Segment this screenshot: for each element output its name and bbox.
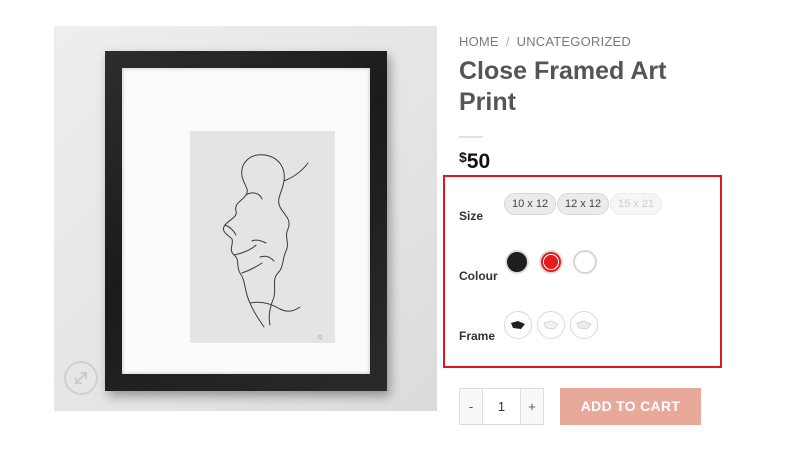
title-divider: [459, 136, 483, 138]
colour-swatch-black[interactable]: [505, 250, 529, 274]
line-art-print: Q: [190, 131, 335, 343]
colour-label: Colour: [459, 269, 498, 283]
size-label: Size: [459, 209, 484, 223]
breadcrumb-separator: /: [505, 34, 510, 49]
price-amount: 50: [466, 150, 491, 173]
quantity-stepper: - 1 +: [459, 388, 544, 425]
size-swatch-12x12[interactable]: 12 x 12: [557, 193, 610, 215]
product-price: $50: [459, 149, 490, 174]
colour-swatch-red[interactable]: [539, 250, 563, 274]
line-art-drawing: Q: [222, 154, 322, 341]
frame-swatch-icon: [511, 321, 525, 329]
breadcrumb-category[interactable]: UNCATEGORIZED: [517, 34, 631, 49]
add-to-cart-button[interactable]: ADD TO CART: [560, 388, 701, 425]
size-swatch-15x21[interactable]: 15 x 21: [610, 193, 663, 215]
frame-swatch-natural[interactable]: [570, 311, 598, 339]
frame-swatch-black[interactable]: [504, 311, 532, 339]
quantity-input[interactable]: 1: [482, 389, 521, 424]
frame-swatch-icon: [576, 320, 592, 330]
quantity-plus-button[interactable]: +: [521, 389, 543, 424]
frame-swatch-white[interactable]: [537, 311, 565, 339]
product-title: Close Framed Art Print: [459, 57, 667, 116]
colour-swatch-white[interactable]: [573, 250, 597, 274]
frame-swatch-icon: [543, 320, 559, 330]
quantity-minus-button[interactable]: -: [460, 389, 482, 424]
price-currency: $: [459, 149, 467, 165]
picture-frame: Q: [105, 51, 387, 391]
picture-mat: Q: [122, 68, 370, 374]
breadcrumb-home[interactable]: HOME: [459, 34, 499, 49]
size-swatch-10x12[interactable]: 10 x 12: [504, 193, 557, 215]
breadcrumb: HOME / UNCATEGORIZED: [459, 34, 631, 49]
product-image[interactable]: Q: [54, 26, 437, 411]
svg-text:Q: Q: [318, 335, 322, 341]
zoom-button[interactable]: [64, 361, 98, 395]
expand-icon: [75, 372, 87, 384]
frame-label: Frame: [459, 329, 496, 343]
